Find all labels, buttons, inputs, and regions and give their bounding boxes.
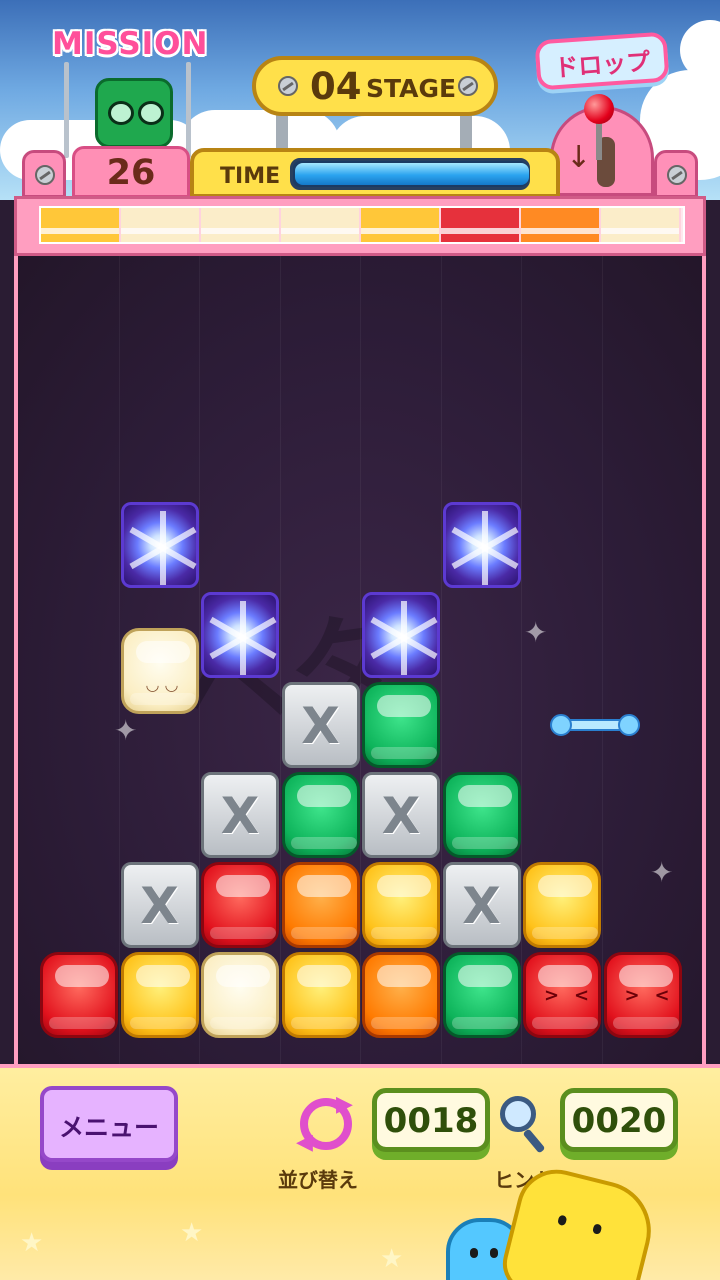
left-bolt-post	[22, 150, 66, 198]
block-stone[interactable]: X	[281, 682, 360, 768]
right-bolt-post	[654, 150, 698, 198]
block-star[interactable]	[120, 502, 199, 588]
sparkle-icon: ✦	[650, 856, 674, 889]
stage-number: 04	[310, 65, 362, 108]
screw-icon	[35, 165, 55, 185]
x-mark-icon: X	[220, 787, 260, 845]
block-red[interactable]	[201, 862, 279, 948]
mission-title: MISSION	[52, 26, 209, 62]
sparkle-icon: ✦	[524, 616, 548, 649]
block-star[interactable]	[442, 502, 521, 588]
magnifier-icon[interactable]	[500, 1096, 536, 1132]
screw-icon	[278, 76, 298, 96]
next-row-block-cream	[281, 208, 361, 242]
next-row-block-cream	[121, 208, 201, 242]
screw-icon	[458, 76, 478, 96]
x-mark-icon: X	[140, 877, 179, 935]
block-yellow[interactable]	[281, 952, 360, 1038]
next-row-block-cream	[601, 208, 681, 242]
shuffle-count: 0018	[383, 1101, 479, 1141]
block-red-char[interactable]: > <	[523, 952, 601, 1038]
block-cream[interactable]	[201, 952, 279, 1038]
next-row-block-red	[441, 208, 521, 242]
block-star[interactable]	[362, 592, 440, 678]
x-mark-icon: X	[381, 787, 421, 845]
time-panel: TIME	[190, 148, 560, 198]
game-board[interactable]: ペタ ✦ ✦ ✦ ◡ ◡ X X X X X > < > <	[14, 256, 706, 1064]
block-green[interactable]	[442, 772, 521, 858]
x-mark-icon: X	[462, 877, 501, 935]
next-row-block-cream	[201, 208, 281, 242]
bottom-panel: ★ ★ ★ メニュー ▶ ◀ 並び替え 0018 ヒント 0020	[0, 1064, 720, 1280]
shuffle-count-box: 0018	[372, 1088, 490, 1152]
block-red-char[interactable]: > <	[603, 952, 682, 1038]
next-row-preview	[14, 196, 706, 256]
block-green[interactable]	[281, 772, 360, 858]
time-label: TIME	[220, 164, 281, 189]
menu-button[interactable]: メニュー	[40, 1086, 178, 1162]
block-stone[interactable]: X	[362, 772, 440, 858]
hint-count-box: 0020	[560, 1088, 678, 1152]
x-mark-icon: X	[301, 697, 340, 755]
block-stone[interactable]: X	[201, 772, 279, 858]
star-icon: ★	[380, 1244, 404, 1274]
next-row-block-orange	[521, 208, 601, 242]
lever-knob-icon[interactable]	[584, 94, 614, 124]
block-green[interactable]	[362, 682, 440, 768]
menu-button-label: メニュー	[58, 1113, 159, 1142]
block-stone[interactable]: X	[442, 862, 521, 948]
mission-target-character	[95, 78, 173, 148]
block-cream-face[interactable]: ◡ ◡	[120, 628, 199, 714]
drop-button-label: ドロップ	[553, 47, 652, 83]
time-track	[290, 158, 530, 190]
stage-word: STAGE	[366, 74, 457, 103]
block-star[interactable]	[201, 592, 279, 678]
block-orange[interactable]	[281, 862, 360, 948]
time-bar-row: TIME	[0, 148, 720, 200]
sleepy-face-icon: ◡ ◡	[145, 675, 179, 694]
screw-icon	[667, 165, 687, 185]
next-row-block-yellow	[41, 208, 121, 242]
block-yellow[interactable]	[523, 862, 601, 948]
block-yellow[interactable]	[120, 952, 199, 1038]
time-remaining-fill	[295, 163, 529, 185]
hint-count: 0020	[571, 1101, 667, 1141]
stage-sign: 04 STAGE	[252, 56, 498, 116]
block-yellow[interactable]	[362, 862, 440, 948]
dumbbell-link-icon	[550, 714, 640, 736]
shuffle-label: 並び替え	[278, 1168, 358, 1192]
block-red[interactable]	[40, 952, 118, 1038]
star-icon: ★	[20, 1228, 44, 1258]
block-orange[interactable]	[362, 952, 440, 1038]
drop-button[interactable]: ドロップ	[534, 31, 670, 91]
star-icon: ★	[180, 1218, 204, 1248]
block-green[interactable]	[442, 952, 521, 1038]
block-stone[interactable]: X	[120, 862, 199, 948]
next-row-block-yellow	[361, 208, 441, 242]
